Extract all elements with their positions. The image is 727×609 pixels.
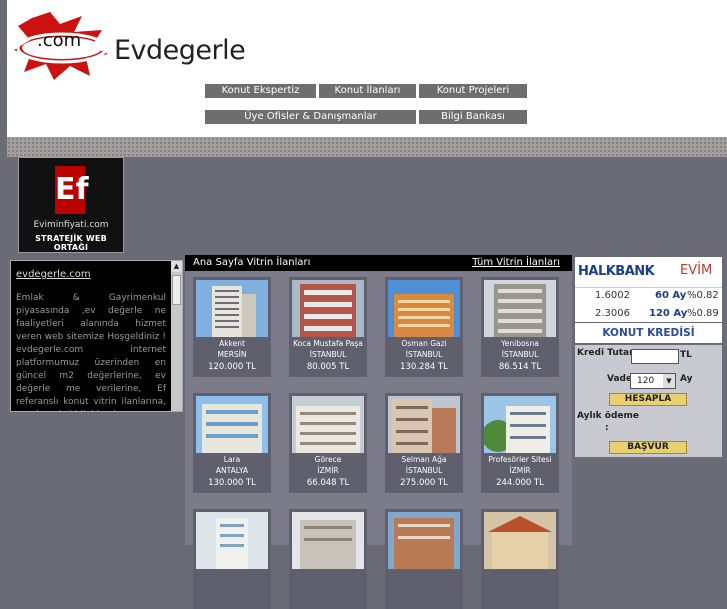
listing-photo[interactable] (388, 280, 460, 337)
nav-konut-ekspertiz[interactable]: Konut Ekspertiz (205, 84, 316, 98)
listing-price: 86.514 TL (498, 362, 542, 372)
listing-card[interactable]: Akkent MERSİN 120.000 TL (193, 277, 271, 377)
listing-photo[interactable] (484, 396, 556, 453)
listing-name: Akkent (219, 339, 245, 348)
currency-label: TL (680, 350, 692, 360)
rate-amount: 1.6002 (595, 290, 630, 301)
listing-name: Koca Mustafa Paşa (293, 339, 363, 348)
nav-konut-ilanlari[interactable]: Konut İlanları (319, 84, 416, 98)
partner-logo: Ef (55, 166, 89, 214)
about-box: evdegerle.com Emlak & Gayrimenkul piyasa… (10, 260, 183, 412)
listing-price: 130.000 TL (208, 478, 256, 488)
credit-label: Kredi Tutarı (577, 348, 637, 358)
listing-price: 244.000 TL (496, 478, 544, 488)
all-listings-link[interactable]: Tüm Vitrin İlanları (472, 257, 560, 268)
listing-card[interactable]: Profesörler Sitesi İZMİR 244.000 TL (481, 393, 559, 493)
site-name[interactable]: Evdegerle (114, 35, 246, 66)
rate-value: %0.89 (687, 308, 719, 319)
listing-photo[interactable] (388, 396, 460, 453)
listing-name: Profesörler Sitesi (488, 455, 552, 464)
listing-card[interactable] (289, 509, 367, 609)
showcase-panel: Ana Sayfa Vitrin İlanları Tüm Vitrin İla… (185, 255, 572, 609)
about-text: Emlak & Gayrimenkul piyasasında ,ev değe… (16, 293, 166, 411)
term-select[interactable]: 120 ▼ (630, 373, 676, 389)
nav-konut-projeleri[interactable]: Konut Projeleri (419, 84, 527, 98)
listing-name: Görece (314, 455, 342, 464)
rate-row: 1.6002 60 Ay %0.82 (575, 288, 722, 304)
calc-title: KONUT KREDİSİ HESAPLA (575, 323, 722, 359)
scroll-thumb[interactable] (172, 275, 181, 305)
logo-com-text: .com (37, 30, 82, 51)
listing-photo[interactable] (292, 512, 364, 569)
rate-row: 2.3006 120 Ay %0.89 (575, 306, 722, 322)
listing-card[interactable]: Görece İZMİR 66.048 TL (289, 393, 367, 493)
listing-name: Lara (223, 455, 241, 464)
loan-calculator: Kredi Tutarı TL Vade 120 ▼ Ay HESAPLA Ay… (575, 345, 722, 457)
about-title-link[interactable]: evdegerle.com (16, 269, 91, 280)
listing-city: MERSİN (217, 350, 247, 359)
nav-bilgi-bankasi[interactable]: Bilgi Bankası (419, 110, 527, 124)
listing-card[interactable] (193, 509, 271, 609)
listing-price: 66.048 TL (306, 478, 350, 488)
term-unit: Ay (680, 374, 693, 384)
chevron-down-icon[interactable]: ▼ (663, 374, 675, 388)
listing-photo[interactable] (484, 280, 556, 337)
bank-banner[interactable]: HALKBANK EVİM (575, 257, 722, 288)
bank-name: HALKBANK (578, 264, 655, 279)
term-select-value: 120 (637, 376, 655, 386)
listing-price: 120.000 TL (208, 362, 256, 372)
listing-city: İSTANBUL (405, 350, 443, 359)
listing-card[interactable] (385, 509, 463, 609)
rate-term: 120 Ay (649, 308, 688, 319)
listing-photo[interactable] (484, 512, 556, 569)
listing-card[interactable]: Lara ANTALYA 130.000 TL (193, 393, 271, 493)
scroll-up-icon[interactable]: ▲ (171, 261, 182, 272)
partner-tagline: STRATEJİK WEB ORTAĞI (35, 234, 107, 252)
rate-amount: 2.3006 (595, 308, 630, 319)
decorative-band (7, 137, 727, 157)
partner-site: Eviminfiyati.com (33, 220, 109, 230)
listing-photo[interactable] (196, 396, 268, 453)
listing-price: 80.005 TL (306, 362, 350, 372)
rate-term: 60 Ay (655, 290, 687, 301)
listing-city: ANTALYA (215, 466, 249, 475)
listing-card[interactable] (481, 509, 559, 609)
bank-product: EVİM (680, 263, 713, 278)
listing-name: Yenibosna (501, 339, 539, 348)
listing-city: İSTANBUL (309, 350, 347, 359)
partner-banner[interactable]: Ef Eviminfiyati.com STRATEJİK WEB ORTAĞI (18, 157, 124, 253)
monthly-payment-label: Aylık ödeme (577, 411, 640, 421)
listing-city: İZMİR (509, 466, 531, 475)
term-label: Vade (607, 374, 633, 384)
credit-amount-input[interactable] (631, 349, 679, 364)
about-scrollbar[interactable]: ▲ (171, 261, 182, 411)
listing-city: İSTANBUL (405, 466, 443, 475)
listing-card[interactable]: Osman Gazi İSTANBUL 130.284 TL (385, 277, 463, 377)
listing-photo[interactable] (196, 280, 268, 337)
listing-name: Osman Gazi (401, 339, 447, 348)
listing-photo[interactable] (388, 512, 460, 569)
listing-card[interactable]: Koca Mustafa Paşa İSTANBUL 80.005 TL (289, 277, 367, 377)
showcase-header: Ana Sayfa Vitrin İlanları Tüm Vitrin İla… (185, 255, 572, 271)
listing-card[interactable]: Yenibosna İSTANBUL 86.514 TL (481, 277, 559, 377)
listing-city: İSTANBUL (501, 350, 539, 359)
listing-photo[interactable] (196, 512, 268, 569)
rate-value: %0.82 (687, 290, 719, 301)
listing-price: 275.000 TL (400, 478, 448, 488)
apply-button[interactable]: BAŞVUR (609, 441, 687, 454)
monthly-payment-colon: : (605, 423, 609, 433)
nav-uye-ofisler[interactable]: Üye Ofisler & Danışmanlar (205, 110, 416, 124)
calculate-button[interactable]: HESAPLA (609, 393, 687, 406)
listing-photo[interactable] (292, 396, 364, 453)
site-header: .com Evdegerle Konut Ekspertiz Konut İla… (7, 0, 727, 137)
listing-card[interactable]: Selman Ağa İSTANBUL 275.000 TL (385, 393, 463, 493)
listing-city: İZMİR (317, 466, 339, 475)
listing-name: Selman Ağa (401, 455, 447, 464)
listing-photo[interactable] (292, 280, 364, 337)
rates-table: 1.6002 60 Ay %0.82 2.3006 120 Ay %0.89 (575, 288, 722, 322)
showcase-title: Ana Sayfa Vitrin İlanları (193, 257, 311, 268)
listing-price: 130.284 TL (400, 362, 448, 372)
